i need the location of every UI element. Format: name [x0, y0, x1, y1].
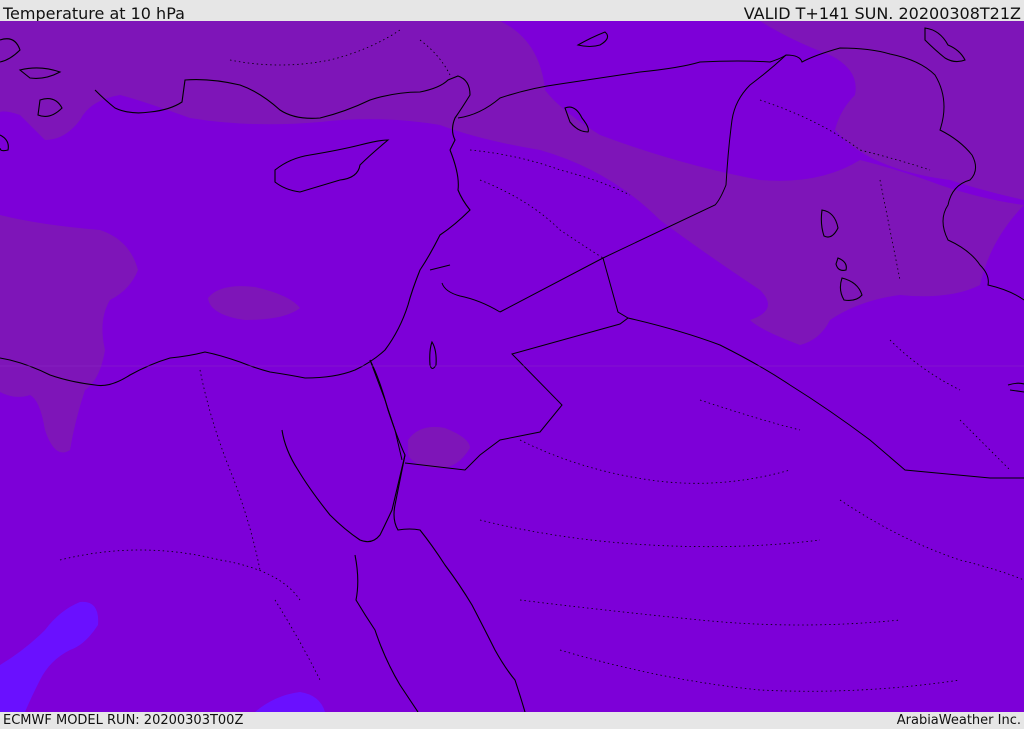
brand-label: ArabiaWeather Inc. [896, 713, 1021, 728]
map-canvas [0, 21, 1024, 712]
model-run-label: ECMWF MODEL RUN: 20200303T00Z [3, 713, 244, 728]
footer-bar: ECMWF MODEL RUN: 20200303T00Z ArabiaWeat… [0, 712, 1024, 729]
temperature-map[interactable] [0, 21, 1024, 712]
header-bar: Temperature at 10 hPa VALID T+141 SUN. 2… [0, 0, 1024, 23]
